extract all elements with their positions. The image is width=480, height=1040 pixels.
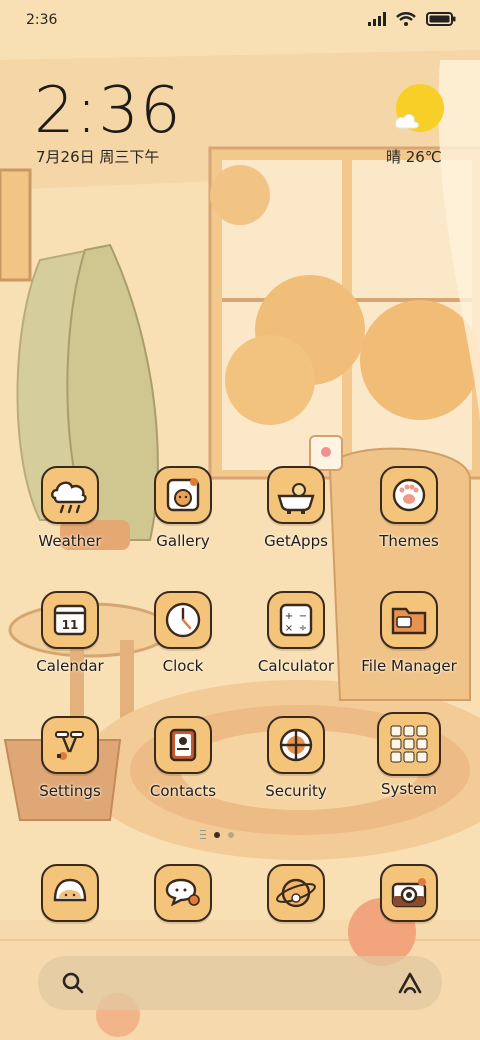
svg-text:÷: ÷ xyxy=(299,623,307,634)
browser-planet-icon xyxy=(267,864,325,922)
app-system-folder[interactable]: System xyxy=(353,712,465,798)
calculator-icon: + − × ÷ xyxy=(267,591,325,649)
app-label: GetApps xyxy=(264,532,328,550)
svg-text:+: + xyxy=(285,611,293,622)
wifi-icon xyxy=(396,12,416,26)
clock-widget-date[interactable]: 7月26日 周三下午 xyxy=(36,146,159,167)
assistant-icon[interactable] xyxy=(396,970,424,996)
app-label: Clock xyxy=(162,657,204,675)
phone-bread-icon xyxy=(41,864,99,922)
weather-cloud-icon xyxy=(41,466,99,524)
sunny-cloud-icon[interactable] xyxy=(392,84,444,136)
app-label: Security xyxy=(265,782,327,800)
page-indicator[interactable] xyxy=(200,830,234,839)
app-label: Themes xyxy=(379,532,439,550)
weather-widget-text[interactable]: 晴 26℃ xyxy=(386,146,442,167)
gallery-icon xyxy=(154,466,212,524)
contacts-icon xyxy=(154,716,212,774)
app-label: Weather xyxy=(38,532,102,550)
getapps-bathtub-icon xyxy=(267,466,325,524)
dock-phone[interactable] xyxy=(14,864,126,922)
app-file-manager[interactable]: File Manager xyxy=(353,591,465,675)
app-label: Calculator xyxy=(257,657,335,675)
page-dot-active xyxy=(214,831,220,838)
app-label: Gallery xyxy=(156,532,210,550)
app-label: Contacts xyxy=(149,782,217,800)
app-weather[interactable]: Weather xyxy=(14,466,126,550)
battery-icon xyxy=(426,12,456,26)
calendar-icon: 11 xyxy=(41,591,99,649)
settings-icon xyxy=(41,716,99,774)
app-gallery[interactable]: Gallery xyxy=(127,466,239,550)
dock-messages[interactable] xyxy=(127,864,239,922)
app-label: File Manager xyxy=(361,657,457,675)
app-settings[interactable]: Settings xyxy=(14,716,126,800)
status-time: 2:36 xyxy=(26,12,58,28)
app-label: Calendar xyxy=(36,657,104,675)
messages-icon xyxy=(154,864,212,922)
app-contacts[interactable]: Contacts xyxy=(127,716,239,800)
camera-icon xyxy=(380,864,438,922)
app-getapps[interactable]: GetApps xyxy=(240,466,352,550)
paw-icon xyxy=(380,466,438,524)
app-label: System xyxy=(381,780,437,798)
search-bar[interactable] xyxy=(38,956,442,1010)
svg-text:×: × xyxy=(285,623,293,634)
calendar-day: 11 xyxy=(61,618,79,632)
signal-icon xyxy=(368,12,386,26)
app-themes[interactable]: Themes xyxy=(353,466,465,550)
system-folder-icon xyxy=(377,712,441,776)
page-dot xyxy=(228,831,234,838)
dock-camera[interactable] xyxy=(353,864,465,922)
app-security[interactable]: Security xyxy=(240,716,352,800)
clock-icon xyxy=(154,591,212,649)
app-label: Settings xyxy=(39,782,101,800)
app-calculator[interactable]: + − × ÷ Calculator xyxy=(240,591,352,675)
security-icon xyxy=(267,716,325,774)
folder-icon xyxy=(380,591,438,649)
clock-widget-time[interactable]: 2:36 xyxy=(34,76,182,146)
svg-text:−: − xyxy=(299,611,307,622)
dock-browser[interactable] xyxy=(240,864,352,922)
status-bar: 2:36 xyxy=(0,0,480,42)
app-calendar[interactable]: 11 Calendar xyxy=(14,591,126,675)
search-icon[interactable] xyxy=(60,970,86,996)
page-list-icon xyxy=(200,830,206,839)
app-clock[interactable]: Clock xyxy=(127,591,239,675)
